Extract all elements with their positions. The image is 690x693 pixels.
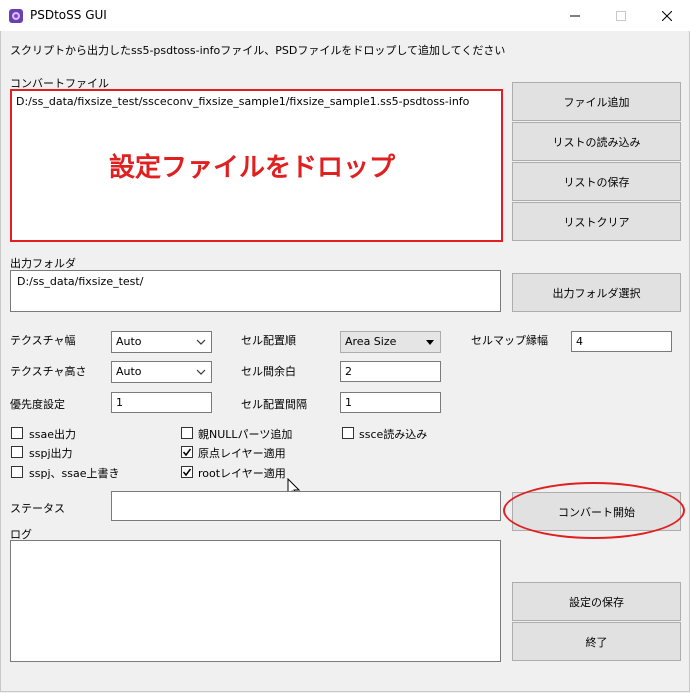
highlight-circle [503, 482, 685, 539]
texture-width-value: Auto [116, 335, 142, 348]
origin-layer-checkbox[interactable] [181, 446, 193, 458]
ssce-read-label: ssce読み込み [359, 428, 428, 441]
cellmap-border-label: セルマップ縁幅 [471, 334, 548, 347]
maximize-button[interactable] [598, 0, 644, 31]
priority-input[interactable]: 1 [111, 392, 212, 413]
clear-list-button[interactable]: リストクリア [512, 202, 681, 241]
cell-margin-input[interactable]: 2 [340, 361, 441, 382]
close-button[interactable] [644, 0, 690, 31]
load-list-button[interactable]: リストの読み込み [512, 122, 681, 161]
exit-button[interactable]: 終了 [512, 622, 681, 661]
window-title: PSDtoSS GUI [30, 8, 107, 22]
cell-order-select[interactable]: Area Size [340, 331, 441, 353]
ssae-output-checkbox[interactable] [11, 427, 23, 439]
output-folder-input[interactable]: D:/ss_data/fixsize_test/ [10, 270, 501, 312]
log-area[interactable] [10, 540, 501, 662]
close-icon [662, 10, 672, 21]
drop-hint: 設定ファイルをドロップ [109, 153, 396, 183]
status-label: ステータス [10, 502, 65, 515]
texture-height-select[interactable]: Auto [111, 361, 212, 383]
cell-order-label: セル配置順 [241, 334, 296, 347]
minimize-icon [570, 15, 580, 16]
root-layer-label: rootレイヤー適用 [198, 467, 286, 480]
null-parts-label: 親NULLパーツ追加 [198, 428, 293, 441]
list-item[interactable]: D:/ss_data/fixsize_test/ssceconv_fixsize… [16, 95, 469, 108]
cellmap-border-input[interactable]: 4 [571, 331, 672, 352]
save-list-button[interactable]: リストの保存 [512, 162, 681, 201]
cell-spacing-label: セル配置間隔 [241, 398, 307, 411]
ssae-output-label: ssae出力 [29, 428, 76, 441]
maximize-icon [616, 10, 626, 21]
overwrite-checkbox[interactable] [11, 466, 23, 478]
checkmark-icon [182, 468, 192, 477]
output-folder-label: 出力フォルダ [10, 257, 76, 270]
cell-spacing-input[interactable]: 1 [340, 392, 441, 413]
convert-file-list[interactable]: D:/ss_data/fixsize_test/ssceconv_fixsize… [10, 89, 503, 242]
save-settings-button[interactable]: 設定の保存 [512, 582, 681, 621]
select-output-button[interactable]: 出力フォルダ選択 [512, 273, 681, 312]
app-icon [9, 9, 23, 23]
chevron-down-icon [196, 339, 206, 345]
texture-width-label: テクスチャ幅 [10, 334, 76, 347]
dropdown-arrow-icon [426, 340, 434, 345]
texture-height-label: テクスチャ高さ [10, 365, 87, 378]
priority-label: 優先度設定 [10, 398, 65, 411]
instructions-text: スクリプトから出力したss5-psdtoss-infoファイル、PSDファイルを… [10, 44, 506, 57]
sspj-output-checkbox[interactable] [11, 446, 23, 458]
cell-margin-label: セル間余白 [241, 365, 296, 378]
overwrite-label: sspj、ssae上書き [29, 467, 120, 480]
texture-width-select[interactable]: Auto [111, 331, 212, 353]
root-layer-checkbox[interactable] [181, 466, 193, 478]
chevron-down-icon [196, 369, 206, 375]
minimize-button[interactable] [552, 0, 598, 31]
texture-height-value: Auto [116, 365, 142, 378]
status-field [111, 491, 501, 521]
sspj-output-label: sspj出力 [29, 447, 73, 460]
ssce-read-checkbox[interactable] [342, 427, 354, 439]
origin-layer-label: 原点レイヤー適用 [198, 447, 286, 460]
checkmark-icon [182, 448, 192, 457]
add-file-button[interactable]: ファイル追加 [512, 82, 681, 121]
null-parts-checkbox[interactable] [181, 427, 193, 439]
cell-order-value: Area Size [345, 335, 397, 348]
